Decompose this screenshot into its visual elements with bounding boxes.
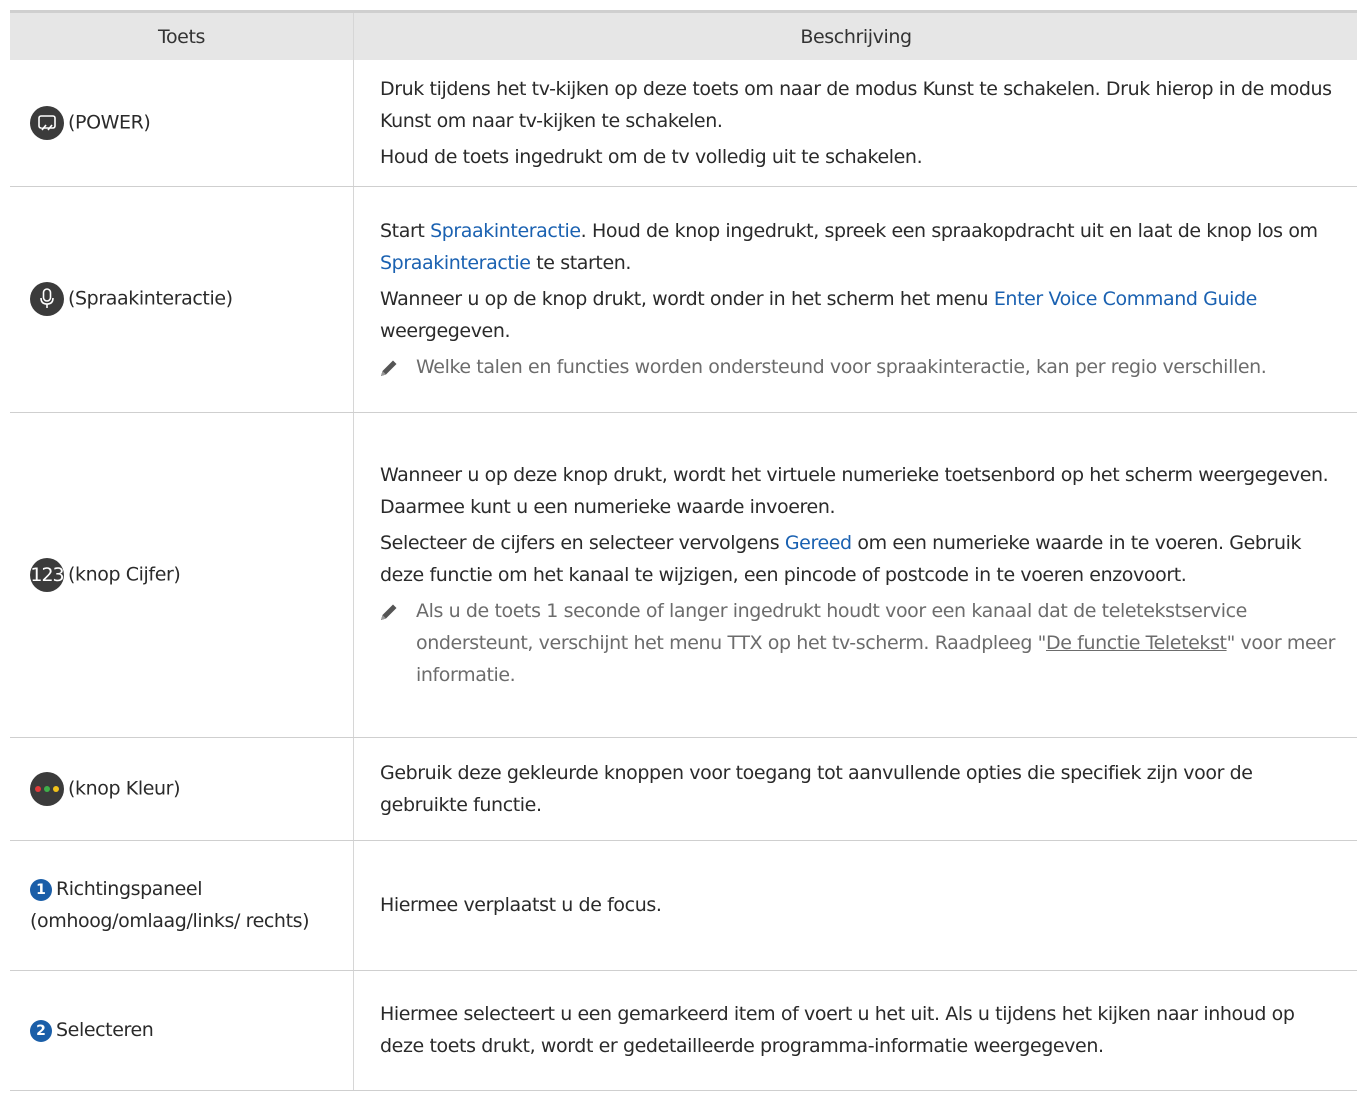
key-cell: 123 (knop Cijfer) (10, 412, 354, 738)
key-label: (knop Cijfer) (68, 563, 181, 585)
color-dots-icon (30, 771, 64, 806)
description-text: Selecteer de cijfers en selecteer vervol… (380, 531, 1302, 586)
table-row-direction: 1 Richtingspaneel (omhoog/omlaag/links/ r… (10, 840, 1357, 971)
description-cell: Hiermee verplaatst u de focus. (353, 840, 1357, 971)
key-cell: (Spraakinteractie) (10, 186, 354, 413)
key-cell: 2 Selecteren (10, 970, 354, 1091)
note-text: Als u de toets 1 seconde of langer inged… (380, 595, 1338, 691)
pencil-icon (381, 604, 397, 620)
remote-buttons-table: Toets Beschrijving (POWER) Druk tijdens … (10, 10, 1357, 1091)
teletext-link[interactable]: De functie Teletekst (1046, 632, 1227, 654)
description-cell: Gebruik deze gekleurde knoppen voor toeg… (353, 737, 1357, 841)
table-row-number: 123 (knop Cijfer) Wanneer u op deze knop … (10, 412, 1357, 738)
number-badge-2: 2 (30, 1019, 52, 1042)
key-label: Selecteren (56, 1019, 154, 1041)
key-label: (Spraakinteractie) (68, 287, 233, 310)
description-text: Wanneer u op de knop drukt, wordt onder … (380, 288, 1258, 342)
description-cell: Hiermee selecteert u een gemarkeerd item… (353, 970, 1357, 1091)
link-done: Gereed (784, 531, 852, 554)
table-row-power: (POWER) Druk tijdens het tv-kijken op de… (10, 60, 1357, 187)
pencil-icon (381, 360, 397, 376)
description-text: Wanneer u op deze knop drukt, wordt het … (380, 463, 1329, 518)
number-button-icon: 123 (30, 557, 65, 592)
microphone-icon (30, 282, 64, 316)
table-row-voice: (Spraakinteractie) Start Spraakinteracti… (10, 186, 1357, 413)
description-cell: Druk tijdens het tv-kijken op deze toets… (353, 60, 1357, 187)
description-text: Hiermee verplaatst u de focus. (380, 894, 662, 916)
power-icon (30, 105, 64, 140)
description-text: Gebruik deze gekleurde knoppen voor toeg… (380, 761, 1253, 816)
link-voice-interaction: Spraakinteractie (430, 220, 581, 242)
key-label: (POWER) (68, 111, 151, 134)
link-voice-interaction: Spraakinteractie (380, 252, 531, 274)
key-cell: (POWER) (10, 60, 354, 187)
description-text: Hiermee selecteert u een gemarkeerd item… (380, 1003, 1295, 1057)
column-header-key: Toets (10, 10, 354, 60)
key-cell: (knop Kleur) (10, 737, 354, 841)
table-row-select: 2 Selecteren Hiermee selecteert u een gem… (10, 970, 1357, 1091)
table-row-color: (knop Kleur) Gebruik deze gekleurde knop… (10, 737, 1357, 841)
description-text: Houd de toets ingedrukt om de tv volledi… (380, 145, 923, 168)
number-badge-1: 1 (30, 878, 52, 901)
table-header-row: Toets Beschrijving (10, 10, 1357, 60)
key-label: Richtingspaneel (omhoog/omlaag/links/ re… (30, 878, 310, 932)
note-text: Welke talen en functies worden ondersteu… (380, 351, 1338, 383)
key-cell: 1 Richtingspaneel (omhoog/omlaag/links/ r… (10, 840, 354, 971)
link-voice-guide: Enter Voice Command Guide (993, 288, 1258, 310)
description-text: Druk tijdens het tv-kijken op deze toets… (380, 77, 1332, 132)
description-cell: Wanneer u op deze knop drukt, wordt het … (353, 412, 1357, 738)
column-header-description: Beschrijving (353, 10, 1357, 60)
description-text: Start Spraakinteractie. Houd de knop ing… (380, 220, 1318, 274)
key-label: (knop Kleur) (68, 777, 181, 799)
description-cell: Start Spraakinteractie. Houd de knop ing… (353, 186, 1357, 413)
